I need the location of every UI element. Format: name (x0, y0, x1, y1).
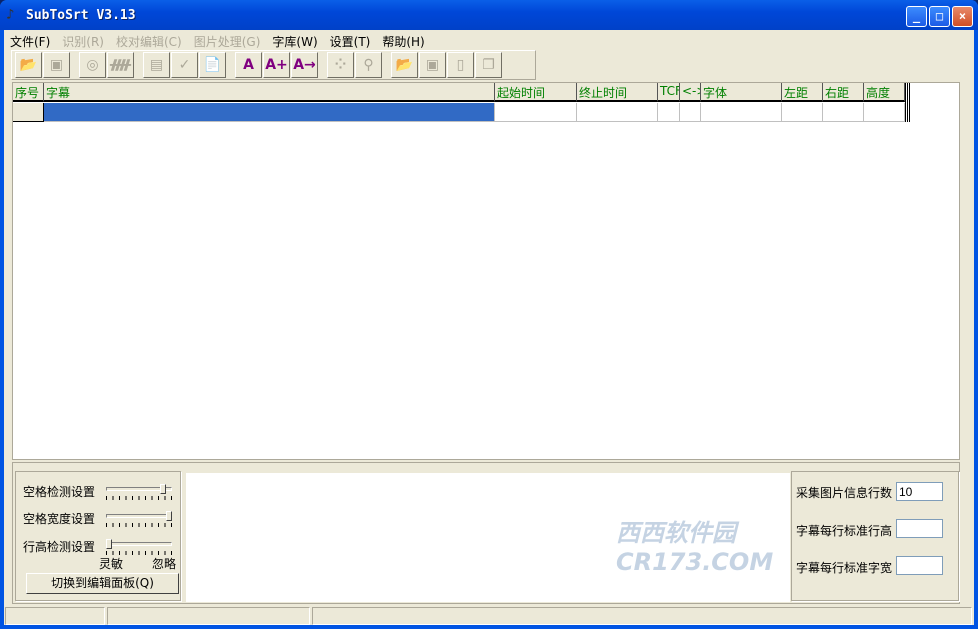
status-panel-3 (312, 607, 972, 625)
grid-cell[interactable] (577, 103, 658, 122)
column-header-5[interactable]: <-> (680, 83, 701, 102)
menu-item-0[interactable]: 文件(F) (4, 31, 56, 49)
column-header-7[interactable]: 左距 (782, 83, 823, 102)
status-panel-2 (107, 607, 310, 625)
minimize-button[interactable]: _ (906, 6, 927, 27)
font-edit-icon: A (243, 57, 254, 73)
space-detect-slider[interactable] (106, 484, 174, 502)
save-button[interactable]: ▣ (43, 52, 70, 78)
line-height-label: 字幕每行标准行高 (796, 524, 893, 538)
check-button[interactable]: ✓ (171, 52, 198, 78)
space-width-slider[interactable] (106, 511, 174, 529)
recognize-button[interactable]: ◎ (79, 52, 106, 78)
bottom-panel: 空格检测设置 空格宽度设置 行高检测设置 灵敏 忽略 切换到编辑面板(Q) 西西… (12, 462, 960, 604)
menu-item-3[interactable]: 图片处理(G) (188, 31, 267, 49)
grid-cell[interactable] (44, 103, 495, 122)
column-header-4[interactable]: TCF (658, 83, 680, 102)
menu-item-2[interactable]: 校对编辑(C) (110, 31, 188, 49)
char-width-label: 字幕每行标准字宽 (796, 561, 893, 575)
document-settings-button[interactable]: 📄 (199, 52, 226, 78)
toolbar: 📂 ▣ ◎ ᚎ ▤ ✓ 📄 A A+ A→ ⁘ ⚲ 📂 ▣ ▯ ❐ (11, 50, 536, 80)
window-title: SubToSrt V3.13 (26, 8, 136, 23)
column-header-9[interactable]: 高度 (864, 83, 905, 102)
menu-item-6[interactable]: 帮助(H) (376, 31, 430, 49)
line-height-input[interactable] (896, 519, 943, 538)
recognize-icon: ◎ (86, 57, 99, 73)
column-header-0[interactable]: 序号 (13, 83, 44, 102)
dots-icon: ⁘ (334, 57, 347, 73)
binoculars-icon: ⚲ (363, 57, 374, 73)
new-button[interactable]: ▯ (447, 52, 474, 78)
switch-to-edit-panel-button[interactable]: 切换到编辑面板(Q) (26, 573, 179, 594)
column-header-6[interactable]: 字体 (701, 83, 782, 102)
dots-button[interactable]: ⁘ (327, 52, 354, 78)
row-header[interactable] (13, 103, 44, 122)
grid-cell[interactable] (658, 103, 680, 122)
font-export-icon: A→ (293, 57, 316, 73)
grid-cell[interactable] (495, 103, 577, 122)
column-header-1[interactable]: 字幕 (44, 83, 495, 102)
font-edit-button[interactable]: A (235, 52, 262, 78)
copy-icon: ❐ (482, 57, 495, 73)
font-export-button[interactable]: A→ (291, 52, 318, 78)
font-add-button[interactable]: A+ (263, 52, 290, 78)
open-video-icon: 📂 (19, 57, 38, 73)
column-header-2[interactable]: 起始时间 (495, 83, 577, 102)
grid-cell[interactable] (701, 103, 782, 122)
open-video-button[interactable]: 📂 (15, 52, 42, 78)
grid-cell[interactable] (864, 103, 905, 122)
image-button[interactable]: ▤ (143, 52, 170, 78)
open-subtitle-button[interactable]: 📂 (391, 52, 418, 78)
detection-settings-group: 空格检测设置 空格宽度设置 行高检测设置 灵敏 忽略 切换到编辑面板(Q) (15, 471, 181, 601)
save-icon: ▣ (49, 57, 64, 73)
comb-button[interactable]: ᚎ (107, 52, 134, 78)
space-detect-label: 空格检测设置 (23, 485, 96, 499)
menu-item-1[interactable]: 识别(R) (56, 31, 110, 49)
space-width-label: 空格宽度设置 (23, 512, 96, 526)
grid-cell[interactable] (680, 103, 701, 122)
comb-icon: ᚎ (110, 57, 131, 73)
line-height-detect-label: 行高检测设置 (23, 540, 96, 554)
font-add-icon: A+ (265, 57, 288, 73)
menu-item-5[interactable]: 设置(T) (324, 31, 377, 49)
client-area: 文件(F) 识别(R) 校对编辑(C) 图片处理(G) 字库(W) 设置(T) 帮助(H) … (4, 30, 974, 625)
scale-min-label: 灵敏 (99, 557, 124, 571)
column-end-marker (905, 83, 911, 122)
subtitle-grid[interactable]: 序号字幕起始时间终止时间TCF<->字体左距右距高度 (12, 82, 960, 460)
close-button[interactable]: × (952, 6, 973, 27)
title-bar[interactable]: ♪ SubToSrt V3.13 _ □ × (0, 0, 978, 30)
app-window: ♪ SubToSrt V3.13 _ □ × 文件(F) 识别(R) 校对编辑(C)… (0, 0, 978, 629)
menu-item-4[interactable]: 字库(W) (266, 31, 323, 49)
column-header-3[interactable]: 终止时间 (577, 83, 658, 102)
info-group: 采集图片信息行数 字幕每行标准行高 字幕每行标准字宽 (791, 471, 959, 601)
menu-bar: 文件(F) 识别(R) 校对编辑(C) 图片处理(G) 字库(W) 设置(T) 帮助(H) (4, 31, 431, 49)
save-subtitle-button[interactable]: ▣ (419, 52, 446, 78)
preview-area: 西西软件园 CR173.COM (186, 473, 790, 602)
status-bar (4, 605, 974, 625)
grid-cell[interactable] (782, 103, 823, 122)
sample-lines-input[interactable] (896, 482, 943, 501)
sample-lines-label: 采集图片信息行数 (796, 486, 893, 500)
maximize-button[interactable]: □ (929, 6, 950, 27)
save-subtitle-icon: ▣ (425, 57, 440, 73)
status-panel-1 (5, 607, 105, 625)
binoculars-button[interactable]: ⚲ (355, 52, 382, 78)
watermark-logo: 西西软件园 CR173.COM (616, 519, 774, 576)
char-width-input[interactable] (896, 556, 943, 575)
app-icon: ♪ (6, 7, 15, 23)
open-subtitle-icon: 📂 (395, 57, 414, 73)
document-settings-icon: 📄 (203, 57, 222, 73)
new-icon: ▯ (456, 57, 465, 73)
grid-cell[interactable] (823, 103, 864, 122)
copy-button[interactable]: ❐ (475, 52, 502, 78)
column-header-8[interactable]: 右距 (823, 83, 864, 102)
check-icon: ✓ (178, 57, 191, 73)
scale-max-label: 忽略 (152, 557, 177, 571)
image-icon: ▤ (149, 57, 164, 73)
